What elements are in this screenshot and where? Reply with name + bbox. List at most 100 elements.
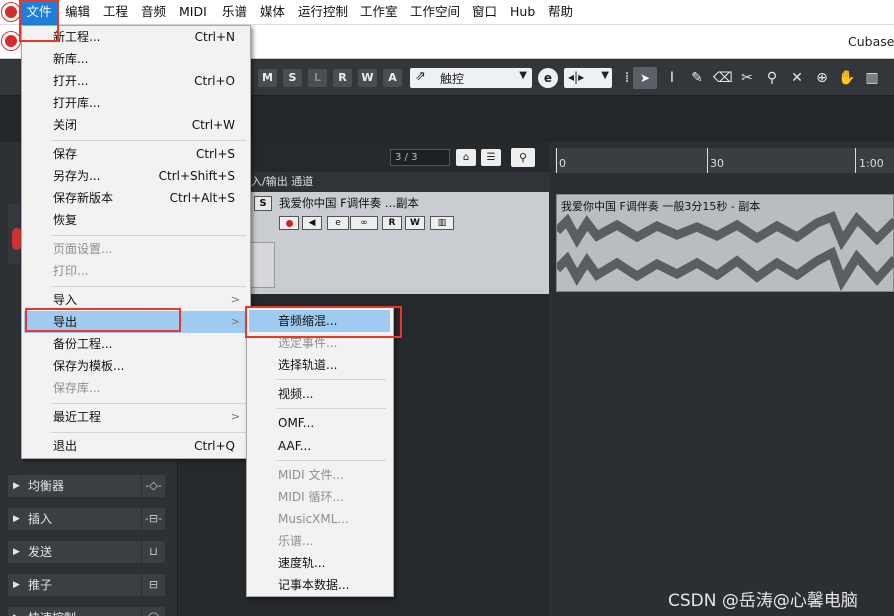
menu-item-close[interactable]: 关闭 Ctrl+W: [24, 114, 250, 136]
expand-arrow-icon: ▶: [13, 580, 20, 590]
mute-mode-button[interactable]: M: [258, 69, 277, 87]
menu-item-label: MIDI 循环...: [278, 490, 344, 504]
menu-workspaces[interactable]: 工作空间: [410, 0, 460, 25]
solo-button[interactable]: S: [254, 196, 272, 211]
menu-item-tempo-track[interactable]: 速度轨...: [249, 552, 390, 574]
menu-item-new-library[interactable]: 新库...: [24, 48, 250, 70]
menu-item-omf[interactable]: OMF...: [249, 412, 390, 434]
audio-track-row[interactable]: S 我爱你中国 F调伴奏 ...副本 ◀ e ∞ R W ▥: [249, 192, 549, 294]
menu-item-quit[interactable]: 退出 Ctrl+Q: [24, 435, 250, 457]
menu-item-revert[interactable]: 恢复: [24, 209, 250, 231]
menu-help[interactable]: 帮助: [548, 0, 573, 25]
draw-tool-icon[interactable]: ✎: [688, 70, 706, 86]
menu-item-print: 打印...: [24, 260, 250, 282]
listen-mode-button[interactable]: L: [308, 69, 327, 87]
mute-tool-icon[interactable]: ✕: [788, 70, 806, 86]
menu-media[interactable]: 媒体: [260, 0, 285, 25]
automation-mode-select[interactable]: ⇗ 触控 ▼: [410, 68, 532, 88]
menu-transport[interactable]: 运行控制: [298, 0, 348, 25]
arrow-tool-icon[interactable]: ➤: [633, 67, 657, 89]
inserts-icon: -⊟-: [141, 508, 165, 530]
track-view-icon[interactable]: ⌂: [456, 149, 476, 166]
menu-studio[interactable]: 工作室: [360, 0, 398, 25]
menu-item-save[interactable]: 保存 Ctrl+S: [24, 143, 250, 165]
menu-item-selected-tracks[interactable]: 选择轨道...: [249, 354, 390, 376]
edit-channel-button[interactable]: e: [327, 216, 349, 230]
menu-item-label: MIDI 文件...: [278, 468, 344, 482]
menu-item-save-new-version[interactable]: 保存新版本 Ctrl+Alt+S: [24, 187, 250, 209]
automation-mode-value: 触控: [440, 72, 465, 86]
link-button[interactable]: ∞: [350, 216, 378, 230]
submenu-arrow-icon: >: [230, 315, 240, 328]
menu-item-open-library[interactable]: 打开库...: [24, 92, 250, 114]
menu-hub[interactable]: Hub: [510, 0, 535, 25]
inspector-section-eq[interactable]: ▶ 均衡器 -◇-: [8, 475, 165, 497]
ruler-mark: 30: [710, 157, 724, 170]
menu-item-label: 速度轨...: [278, 556, 326, 570]
track-name[interactable]: 我爱你中国 F调伴奏 ...副本: [279, 195, 419, 211]
menu-item-shortcut: Ctrl+S: [195, 147, 235, 161]
menu-item-backup-project[interactable]: 备份工程...: [24, 333, 250, 355]
edit-icon[interactable]: e: [538, 68, 558, 88]
inspector-section-label: 推子: [28, 578, 53, 592]
nudge-icon: ◂|▸: [568, 70, 585, 84]
zoom-tool-icon[interactable]: ⊕: [813, 70, 831, 86]
solo-mode-button[interactable]: S: [283, 69, 302, 87]
track-counter: 3 / 3: [390, 149, 450, 166]
menu-item-video[interactable]: 视频...: [249, 383, 390, 405]
menu-item-label: 保存为模板...: [53, 359, 125, 373]
read-automation-button[interactable]: R: [382, 216, 402, 230]
chevron-down-icon: ▼: [519, 70, 527, 81]
search-icon[interactable]: ⚲: [511, 148, 535, 167]
menu-item-open[interactable]: 打开... Ctrl+O: [24, 70, 250, 92]
glue-tool-icon[interactable]: ⚲: [763, 70, 781, 86]
write-mode-button[interactable]: W: [358, 69, 377, 87]
menu-item-label: 保存库...: [53, 381, 101, 395]
record-enable-button[interactable]: [279, 216, 299, 230]
menu-item-musicxml: MusicXML...: [249, 508, 390, 530]
scissors-icon[interactable]: ✂: [738, 70, 756, 86]
menu-edit[interactable]: 编辑: [65, 0, 90, 25]
inspector-section-quick-controls[interactable]: ▶ 快速控制 ◯: [8, 607, 165, 616]
nudge-select[interactable]: ◂|▸ ▼: [564, 68, 612, 88]
automation-icon: ⇗: [415, 69, 426, 84]
menu-separator: [51, 286, 246, 287]
menu-item-shortcut: Ctrl+Alt+S: [169, 191, 235, 205]
inspector-section-inserts[interactable]: ▶ 插入 -⊟-: [8, 508, 165, 530]
menu-item-save-as[interactable]: 另存为... Ctrl+Shift+S: [24, 165, 250, 187]
menu-audio[interactable]: 音频: [141, 0, 166, 25]
timeline-ruler[interactable]: 0 30 1:00: [555, 148, 894, 173]
menu-item-notepad-data[interactable]: 记事本数据...: [249, 574, 390, 596]
menu-window[interactable]: 窗口: [472, 0, 497, 25]
lanes-button[interactable]: ▥: [430, 216, 454, 230]
read-mode-button[interactable]: R: [333, 69, 352, 87]
submenu-arrow-icon: >: [230, 410, 240, 423]
range-tool-icon[interactable]: I: [663, 70, 681, 86]
inspector-section-label: 快速控制: [28, 607, 76, 616]
ruler-mark: 0: [559, 157, 566, 170]
menu-item-page-setup: 页面设置...: [24, 238, 250, 260]
menu-item-save-as-template[interactable]: 保存为模板...: [24, 355, 250, 377]
menu-item-label: 最近工程: [53, 410, 102, 424]
menu-item-label: AAF...: [278, 439, 312, 453]
menu-project[interactable]: 工程: [103, 0, 128, 25]
inspector-section-sends[interactable]: ▶ 发送 ⊔: [8, 541, 165, 563]
audio-event-clip[interactable]: 我爱你中国 F调伴奏 一般3分15秒 - 副本: [556, 194, 894, 292]
write-automation-button[interactable]: W: [405, 216, 425, 230]
menu-item-label: 记事本数据...: [278, 578, 350, 592]
annotation-box-export: [25, 308, 181, 332]
comp-tool-icon[interactable]: ▥: [863, 70, 881, 86]
menu-midi[interactable]: MIDI: [179, 0, 207, 25]
inspector-section-fader[interactable]: ▶ 推子 ⊟: [8, 574, 165, 596]
menu-item-label: 退出: [53, 439, 78, 453]
menu-item-aaf[interactable]: AAF...: [249, 435, 390, 457]
monitor-button[interactable]: ◀: [302, 216, 322, 230]
erase-tool-icon[interactable]: ⌫: [713, 70, 733, 86]
menu-item-recent-projects[interactable]: 最近工程 >: [24, 406, 250, 428]
hand-tool-icon[interactable]: ✋: [838, 70, 856, 86]
menu-item-midi-file: MIDI 文件...: [249, 464, 390, 486]
menu-score[interactable]: 乐谱: [222, 0, 247, 25]
automation-button[interactable]: A: [383, 69, 402, 87]
menu-separator: [276, 408, 386, 409]
list-view-icon[interactable]: ☰: [481, 149, 501, 166]
